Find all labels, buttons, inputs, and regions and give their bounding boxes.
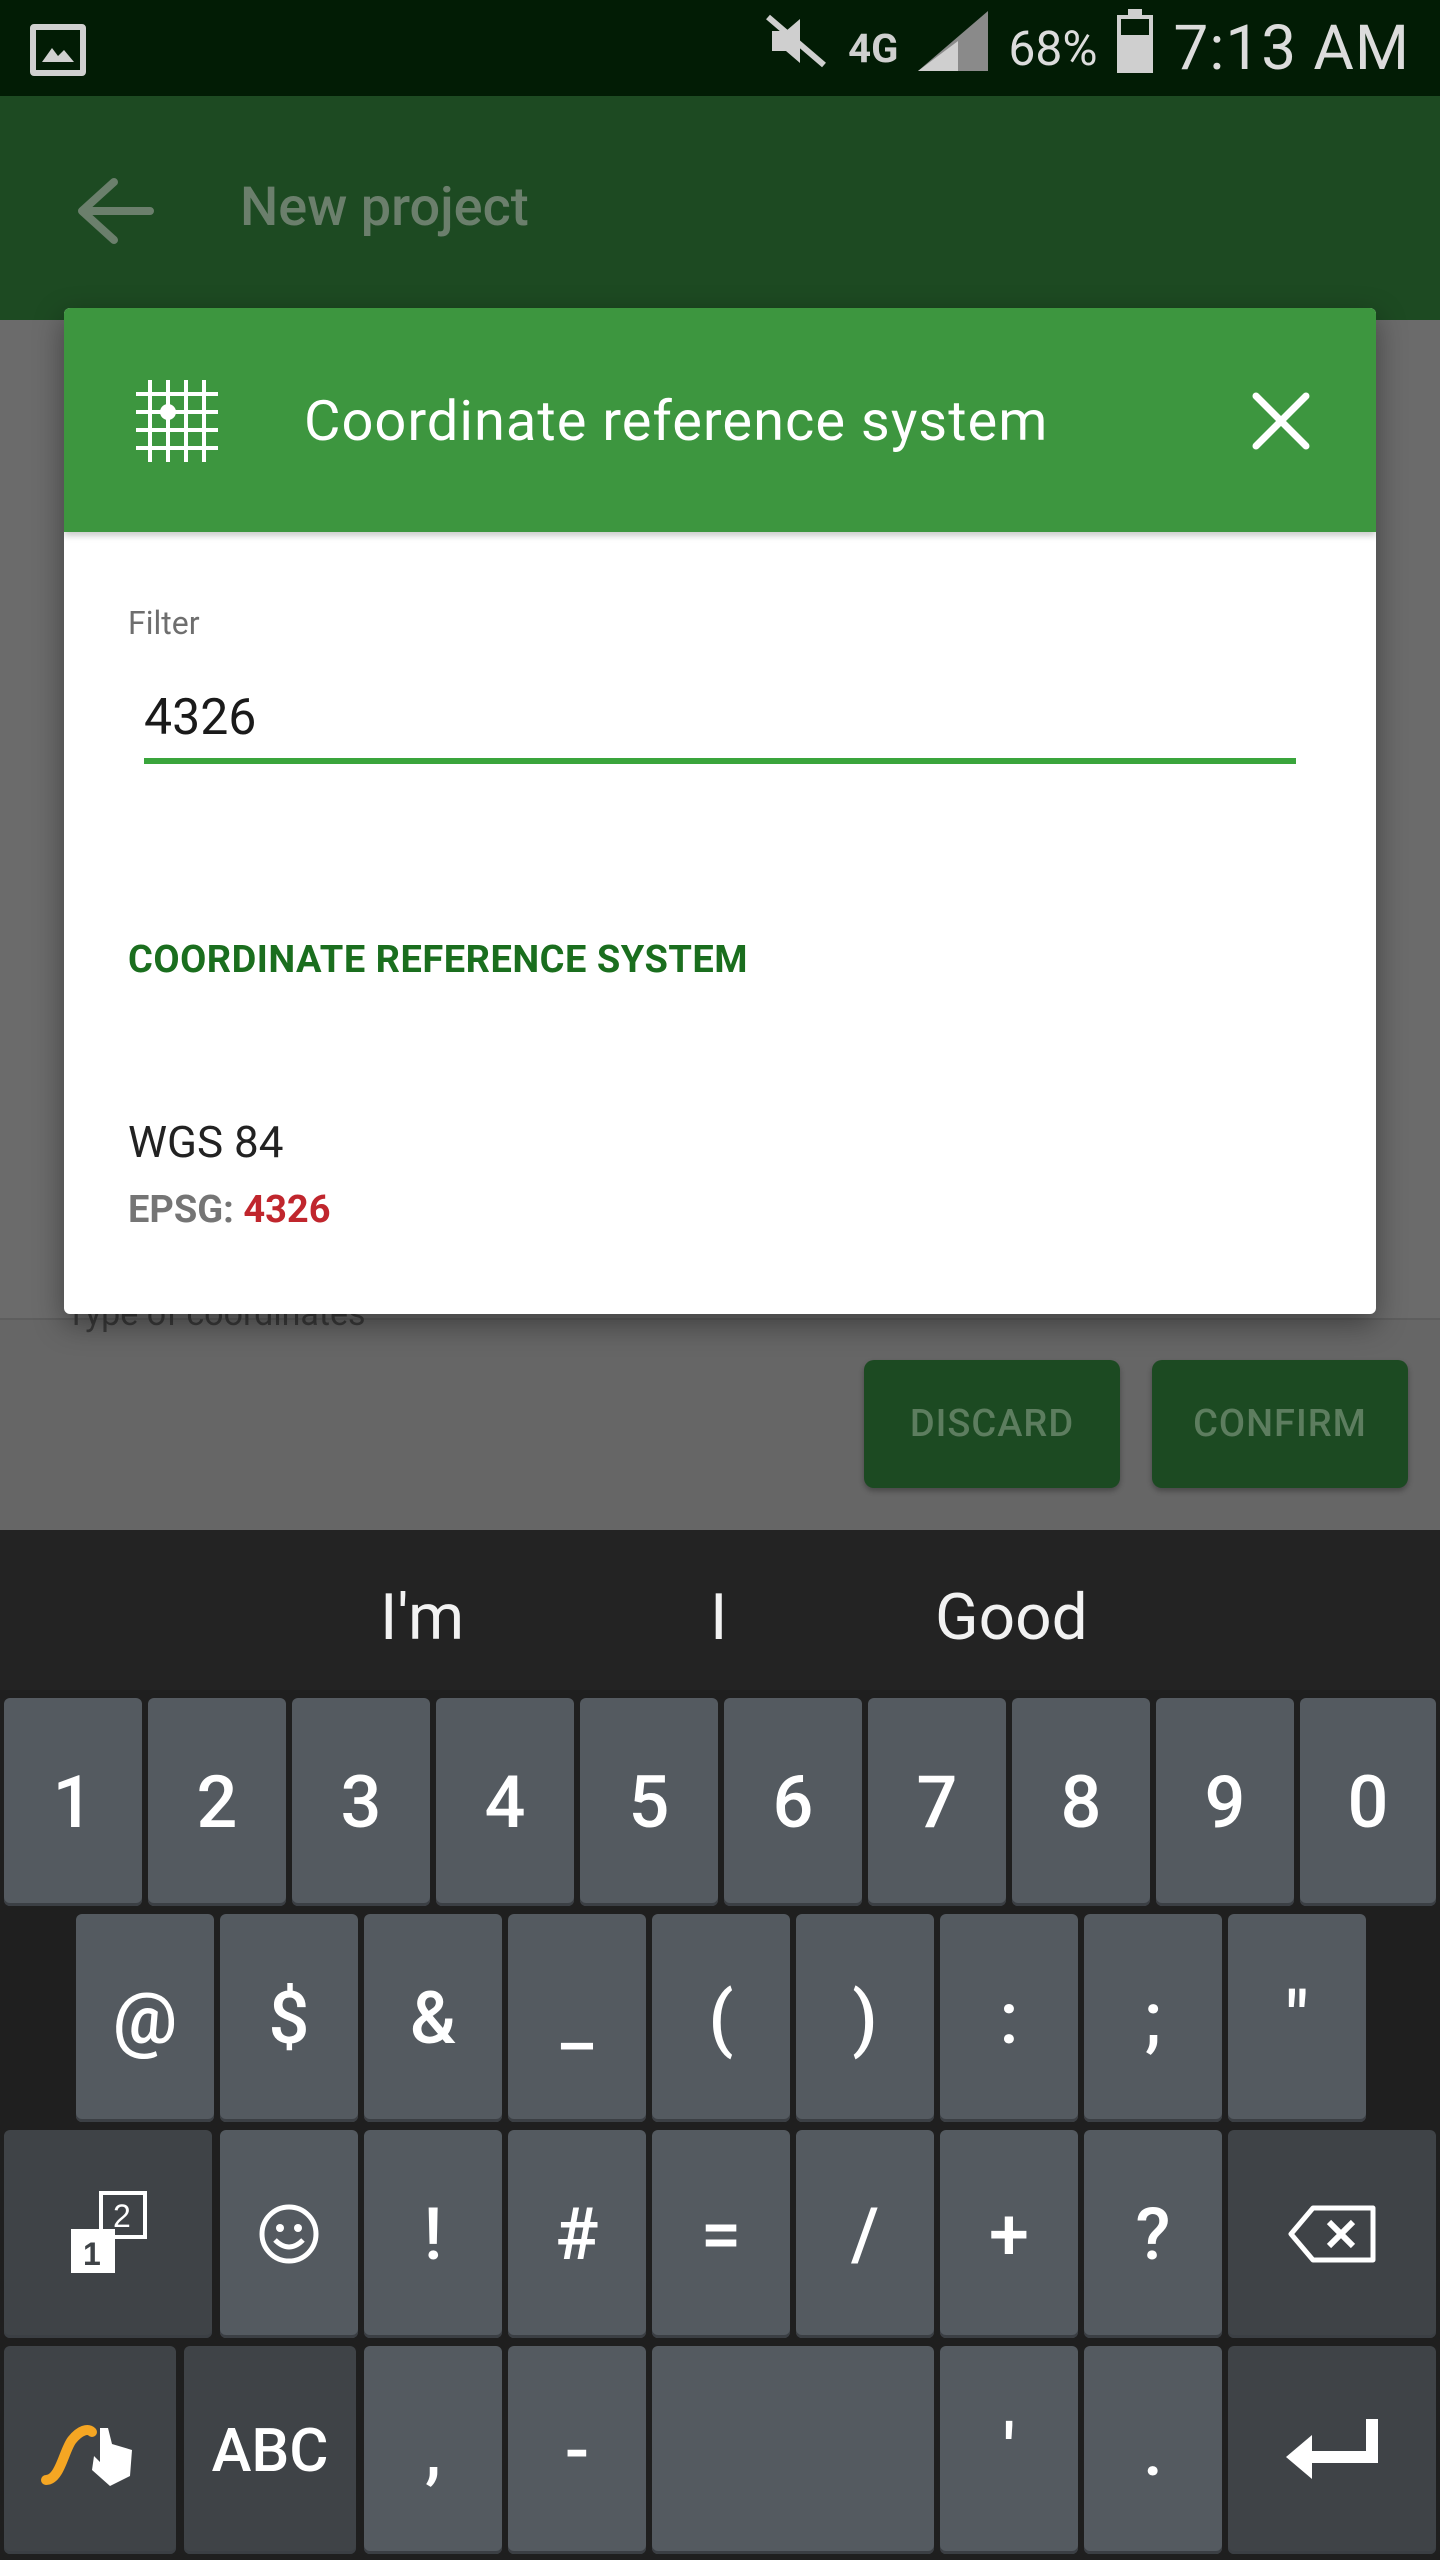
crs-result-item[interactable]: WGS 84 EPSG: 4326 [64,1088,1376,1278]
key-quote[interactable]: " [1228,1914,1366,2122]
app-bar: New project [0,96,1440,320]
signal-icon [918,11,989,85]
key-6[interactable]: 6 [724,1698,862,1906]
key-dollar[interactable]: $ [220,1914,358,2122]
key-exclamation[interactable]: ! [364,2130,502,2338]
back-arrow-icon[interactable] [74,176,154,246]
swype-key[interactable] [4,2346,176,2554]
battery-icon [1117,9,1154,87]
key-slash[interactable]: / [796,2130,934,2338]
page-title: New project [240,176,529,239]
grid-icon [136,380,218,462]
section-header: COORDINATE REFERENCE SYSTEM [128,938,749,982]
result-code: EPSG: 4326 [128,1188,331,1232]
backspace-icon [1288,2205,1376,2263]
key-7[interactable]: 7 [868,1698,1006,1906]
dialog-title: Coordinate reference system [304,388,1049,454]
key-semicolon[interactable]: ; [1084,1914,1222,2122]
key-comma[interactable]: , [364,2346,502,2554]
abc-key[interactable]: ABC [184,2346,356,2554]
suggestion-item[interactable]: Good [935,1580,1088,1655]
clock: 7:13 AM [1173,11,1410,85]
key-colon[interactable]: : [940,1914,1078,2122]
enter-icon [1286,2419,1378,2479]
suggestion-bar: I'm I Good [0,1530,1440,1690]
key-paren-open[interactable]: ( [652,1914,790,2122]
crs-dialog: Coordinate reference system Filter COORD… [64,308,1376,1314]
key-hash[interactable]: # [508,2130,646,2338]
backspace-key[interactable] [1228,2130,1436,2338]
emoji-key[interactable] [220,2130,358,2338]
status-bar: 4G 68% 7:13 AM [0,0,1440,96]
key-1[interactable]: 1 [4,1698,142,1906]
key-plus[interactable]: + [940,2130,1078,2338]
key-equals[interactable]: = [652,2130,790,2338]
space-key[interactable] [652,2346,934,2554]
dialog-header: Coordinate reference system [64,308,1376,532]
key-9[interactable]: 9 [1156,1698,1294,1906]
key-question[interactable]: ? [1084,2130,1222,2338]
emoji-icon [259,2204,319,2264]
key-0[interactable]: 0 [1300,1698,1436,1906]
soft-keyboard: I'm I Good 1 2 3 4 5 6 7 8 9 0 @ $ & _ (… [0,1530,1440,2560]
key-8[interactable]: 8 [1012,1698,1150,1906]
discard-button[interactable]: DISCARD [864,1360,1120,1488]
battery-percent: 68% [1008,19,1098,77]
key-2[interactable]: 2 [148,1698,286,1906]
svg-text:2: 2 [113,2198,131,2234]
key-underscore[interactable]: _ [508,1914,646,2122]
key-paren-close[interactable]: ) [796,1914,934,2122]
key-apostrophe[interactable]: ' [940,2346,1078,2554]
page-switch-icon: 2 1 [71,2191,147,2273]
suggestion-item[interactable]: I [710,1580,727,1655]
key-4[interactable]: 4 [436,1698,574,1906]
result-code-match: 4326 [243,1188,331,1232]
key-at[interactable]: @ [76,1914,214,2122]
filter-label: Filter [128,604,200,642]
key-period[interactable]: . [1084,2346,1222,2554]
gallery-icon [30,24,86,76]
symbols-page-key[interactable]: 2 1 [4,2130,212,2338]
svg-text:1: 1 [83,2236,101,2272]
key-ampersand[interactable]: & [364,1914,502,2122]
close-icon[interactable] [1252,392,1310,450]
lte-4g-icon: 4G [848,24,899,72]
key-3[interactable]: 3 [292,1698,430,1906]
swype-icon [41,2425,132,2486]
confirm-button[interactable]: CONFIRM [1152,1360,1408,1488]
abc-label: ABC [211,2414,329,2486]
suggestion-item[interactable]: I'm [380,1580,464,1655]
mute-icon [764,13,828,83]
enter-key[interactable] [1228,2346,1436,2554]
filter-input[interactable] [144,678,1296,764]
result-name: WGS 84 [128,1116,284,1168]
key-dash[interactable]: - [508,2346,646,2554]
key-5[interactable]: 5 [580,1698,718,1906]
result-code-prefix: EPSG: [128,1188,244,1232]
